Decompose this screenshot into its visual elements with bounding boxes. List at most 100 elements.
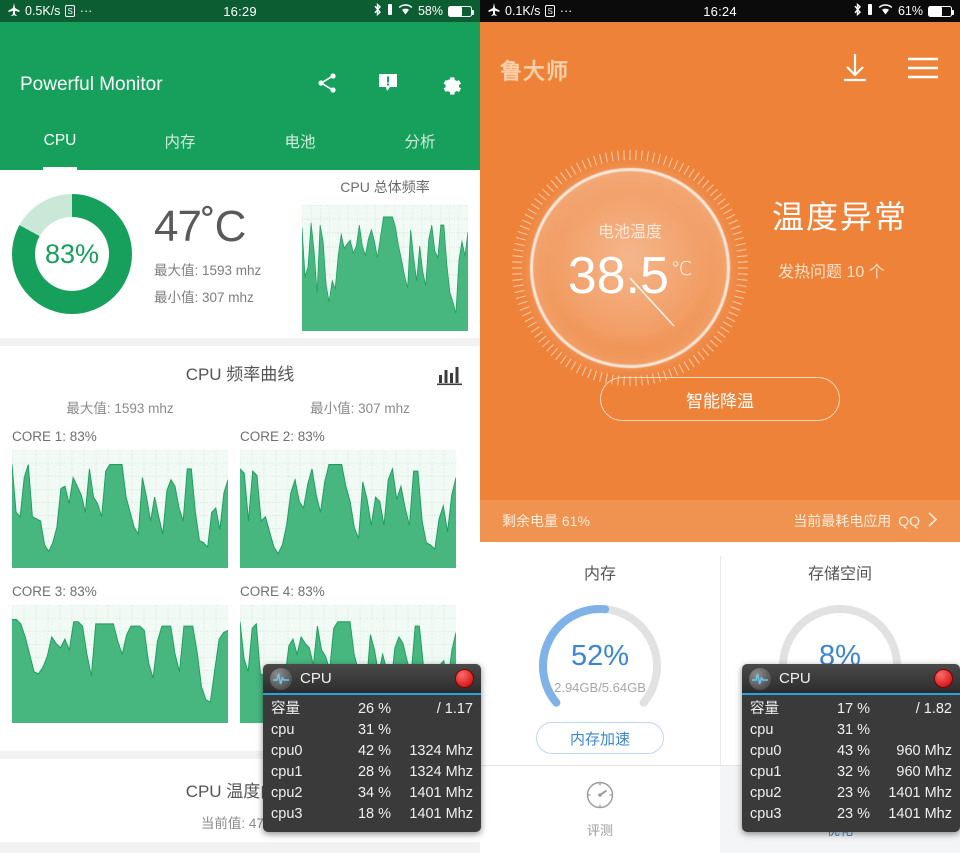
settings-gear-icon[interactable] bbox=[436, 70, 462, 96]
screenshot-stage: 0.5K/s S ··· 16:29 58% Powerful Monitor … bbox=[0, 0, 960, 853]
sim-icon bbox=[387, 3, 393, 19]
cpu-floating-widget-right[interactable]: CPU 容量 17 % / 1.82 cpu 31 % cpu0 43 % 960 Mhz… bbox=[742, 664, 960, 832]
status-right-group: 58% bbox=[373, 3, 474, 19]
memory-detail: 2.94GB/5.64GB bbox=[554, 680, 646, 695]
pulse-icon bbox=[749, 667, 771, 690]
cpu-row-extra: 960 Mhz bbox=[896, 764, 952, 780]
core-3-label: CORE 3: 83% bbox=[12, 584, 97, 599]
bluetooth-icon bbox=[373, 3, 382, 19]
smart-cooling-button[interactable]: 智能降温 bbox=[600, 377, 840, 421]
memory-boost-label: 内存加速 bbox=[569, 730, 630, 748]
cpu-temperature: 47˚C bbox=[154, 202, 246, 251]
share-icon[interactable] bbox=[314, 70, 340, 96]
cpu-summary-text: 47˚C 最大值: 1593 mhz 最小值: 307 mhz bbox=[154, 202, 261, 306]
left-status-bar: 0.5K/s S ··· 16:29 58% bbox=[0, 0, 480, 22]
wifi-icon bbox=[878, 3, 893, 19]
ludashi-header: 鲁大师 bbox=[480, 22, 960, 122]
frequency-min-label: 最小值: 307 mhz bbox=[310, 401, 410, 416]
speedometer-icon bbox=[585, 780, 615, 813]
hero-text-block: 温度异常 发热问题 10 个 bbox=[772, 192, 908, 282]
cpu-floating-widget-left[interactable]: CPU 容量 26 % / 1.17 cpu 31 % cpu0 42 % 1324 Mh… bbox=[263, 664, 481, 832]
close-dot-icon[interactable] bbox=[455, 669, 474, 688]
cpu-row-percent: 43 % bbox=[836, 743, 870, 759]
cpu-widget-titlebar[interactable]: CPU bbox=[263, 664, 481, 695]
hero-subtitle: 发热问题 10 个 bbox=[778, 264, 885, 281]
cpu-row-extra: 1324 Mhz bbox=[409, 764, 473, 780]
frequency-max-label: 最大值: 1593 mhz bbox=[66, 401, 174, 416]
cpu-row-name: cpu2 bbox=[750, 785, 782, 801]
cpu-row-extra: 1401 Mhz bbox=[409, 785, 473, 801]
top-power-app-name: QQ bbox=[898, 513, 920, 529]
core-item: CORE 2: 83% bbox=[240, 429, 468, 568]
battery-info-strip[interactable]: 剩余电量 61% 当前最耗电应用 QQ bbox=[480, 500, 960, 542]
cpu-row: cpu2 34 % 1401 Mhz bbox=[271, 783, 473, 804]
core-1-label: CORE 1: 83% bbox=[12, 429, 97, 444]
cpu-row-name: cpu bbox=[750, 722, 774, 738]
smart-cooling-label: 智能降温 bbox=[686, 391, 754, 411]
cpu-row-percent: 34 % bbox=[357, 785, 391, 801]
tab-memory-label: 内存 bbox=[164, 134, 196, 151]
cpu-row-name: cpu0 bbox=[750, 743, 782, 759]
frequency-card-title: CPU 频率曲线 bbox=[185, 365, 295, 384]
cpu-row-extra bbox=[870, 720, 952, 741]
battery-percent-text: 58% bbox=[417, 4, 443, 18]
tab-analysis-label: 分析 bbox=[404, 134, 436, 151]
left-app-header: Powerful Monitor CPU 内存 电池 分析 bbox=[0, 22, 480, 170]
tab-analysis[interactable]: 分析 bbox=[360, 112, 480, 170]
memory-percent: 52% bbox=[570, 640, 630, 672]
feedback-icon[interactable] bbox=[375, 70, 401, 96]
cpu-widget-title: CPU bbox=[300, 670, 332, 687]
cpu-row-name: cpu2 bbox=[271, 785, 303, 801]
cpu-row-name: cpu0 bbox=[271, 743, 303, 759]
cpu-widget-body: 容量 26 % / 1.17 cpu 31 % cpu0 42 % 1324 Mhz cp… bbox=[263, 695, 481, 832]
tab-battery[interactable]: 电池 bbox=[240, 112, 360, 170]
top-power-app-group[interactable]: 当前最耗电应用 QQ bbox=[793, 511, 938, 531]
menu-hamburger-icon[interactable] bbox=[906, 55, 940, 81]
airplane-icon bbox=[488, 3, 500, 19]
cpu-row-name: cpu1 bbox=[750, 764, 782, 780]
tab-cpu-label: CPU bbox=[43, 132, 77, 149]
battery-remaining-text: 剩余电量 61% bbox=[502, 513, 590, 529]
close-dot-icon[interactable] bbox=[934, 669, 953, 688]
gauge-label: 电池温度 bbox=[597, 224, 662, 241]
tab-battery-label: 电池 bbox=[284, 134, 316, 151]
cpu-summary-card: 83% 47˚C 最大值: 1593 mhz 最小值: 307 mhz CPU … bbox=[0, 170, 480, 338]
memory-metric: 内存 52% 2.94GB/5.64GB 内存加速 bbox=[480, 542, 720, 787]
cpu-row-extra bbox=[391, 720, 473, 741]
status-left-group: 0.1K/s S ··· bbox=[488, 3, 572, 19]
cpu-row: cpu1 32 % 960 Mhz bbox=[750, 762, 952, 783]
cpu-row-percent: 32 % bbox=[836, 764, 870, 780]
bar-chart-icon[interactable] bbox=[436, 364, 464, 393]
cpu-row-percent: 42 % bbox=[357, 743, 391, 759]
cpu-widget-body: 容量 17 % / 1.82 cpu 31 % cpu0 43 % 960 Mhz cpu… bbox=[742, 695, 960, 832]
tab-memory[interactable]: 内存 bbox=[120, 112, 240, 170]
nav-benchmark-label: 评测 bbox=[586, 823, 613, 838]
airplane-icon bbox=[8, 3, 20, 19]
battery-icon bbox=[448, 5, 474, 17]
core-item: CORE 1: 83% bbox=[12, 429, 240, 568]
nav-item-benchmark[interactable]: 评测 bbox=[480, 766, 720, 853]
network-speed-text: 0.5K/s bbox=[25, 4, 61, 18]
cpu-row-percent: 26 % bbox=[357, 701, 391, 717]
gauge-unit: ℃ bbox=[670, 258, 693, 280]
cpu-row-extra: 1324 Mhz bbox=[409, 743, 473, 759]
cpu-row: cpu 31 % bbox=[271, 720, 473, 741]
frequency-minmax: 最大值: 1593 mhz 最小值: 307 mhz bbox=[0, 397, 480, 417]
cpu-max-freq: 最大值: 1593 mhz bbox=[154, 263, 262, 278]
tab-cpu[interactable]: CPU bbox=[0, 112, 120, 170]
cpu-row-name: 容量 bbox=[271, 701, 300, 717]
cpu-widget-titlebar[interactable]: CPU bbox=[742, 664, 960, 695]
cpu-row-extra: / 1.82 bbox=[915, 701, 952, 717]
cpu-row-extra: / 1.17 bbox=[436, 701, 473, 717]
bluetooth-icon bbox=[853, 3, 862, 19]
cpu-row: cpu3 18 % 1401 Mhz bbox=[271, 804, 473, 825]
download-icon[interactable] bbox=[840, 52, 870, 84]
ellipsis-icon: ··· bbox=[559, 3, 573, 18]
cpu-row: cpu 31 % bbox=[750, 720, 952, 741]
tab-bar: CPU 内存 电池 分析 bbox=[0, 112, 480, 170]
chevron-right-icon bbox=[927, 511, 938, 531]
cpu-row-extra: 960 Mhz bbox=[896, 743, 952, 759]
status-left-group: 0.5K/s S ··· bbox=[8, 3, 92, 19]
cpu-row-percent: 23 % bbox=[836, 806, 870, 822]
cpu-row: cpu3 23 % 1401 Mhz bbox=[750, 804, 952, 825]
